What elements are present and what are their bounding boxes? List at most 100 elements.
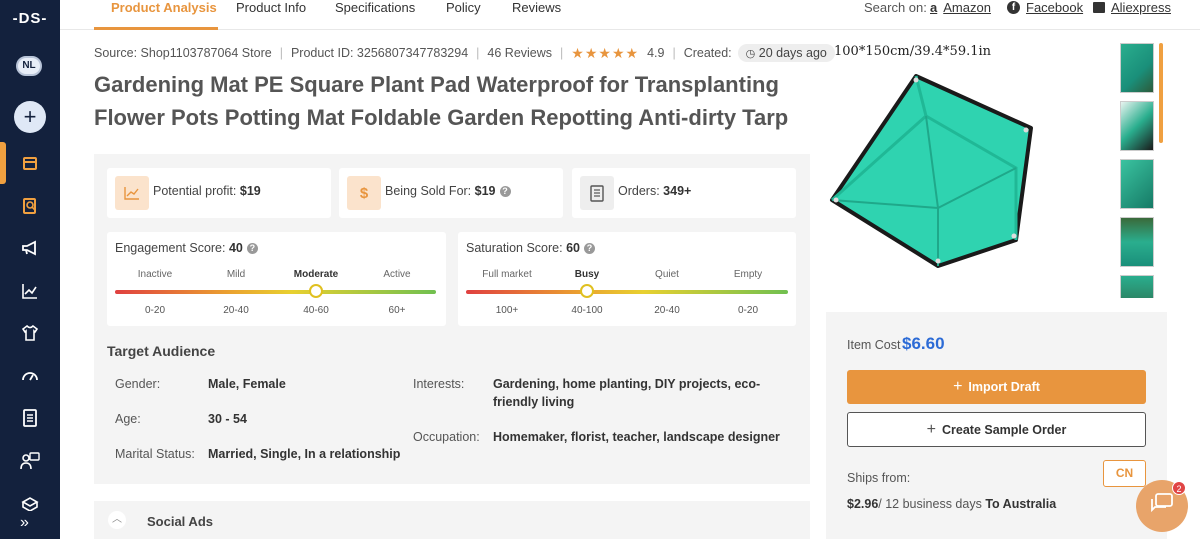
engagement-gauge	[115, 290, 436, 294]
facebook-link-label: Facebook	[1026, 0, 1084, 15]
saturation-value: 60	[566, 241, 580, 255]
product-thumbnail[interactable]	[1120, 275, 1154, 298]
occupation-value: Homemaker, florist, teacher, landscape d…	[493, 430, 780, 444]
saturation-label: Saturation Score:	[466, 241, 563, 255]
analysis-panel: Potential profit: $19 $ Being Sold For: …	[94, 154, 810, 484]
social-ads-section[interactable]: ︿ Social Ads	[94, 501, 810, 539]
created-value: 20 days ago	[758, 46, 827, 60]
product-dimensions: 100*150cm/39.4*59.1in	[834, 44, 992, 59]
active-nav-indicator	[0, 142, 6, 184]
sold-for: Being Sold For: $19?	[385, 184, 511, 198]
app-logo[interactable]: -DS-	[0, 10, 60, 27]
interests-label: Interests:	[413, 377, 465, 391]
aliexpress-link-label: Aliexpress	[1111, 0, 1171, 15]
created-badge: ◷ 20 days ago	[737, 44, 835, 62]
tab-product-analysis[interactable]: Product Analysis	[94, 0, 218, 30]
divider: |	[476, 46, 480, 60]
user-badge[interactable]: NL	[16, 56, 42, 76]
review-count[interactable]: 46 Reviews	[487, 46, 552, 60]
created-label: Created:	[683, 46, 732, 60]
help-icon[interactable]: ?	[583, 243, 595, 254]
expand-sidebar-button[interactable]: »	[20, 514, 29, 532]
tab-specifications[interactable]: Specifications	[335, 0, 415, 30]
marital-status-label: Marital Status:	[115, 447, 195, 461]
store-icon[interactable]	[18, 151, 42, 175]
engagement-level: Active	[383, 269, 411, 280]
saturation-score: Saturation Score: 60?	[466, 241, 595, 255]
age-value: 30 - 54	[208, 412, 247, 426]
social-ads-label: Social Ads	[147, 514, 213, 529]
engagement-gauge-knob	[308, 284, 323, 298]
help-icon[interactable]: ?	[499, 186, 511, 197]
potential-profit-card: Potential profit: $19	[107, 168, 331, 218]
star-rating-icon: ★★★★★	[571, 44, 640, 61]
megaphone-icon[interactable]	[18, 236, 42, 260]
plus-icon: +	[926, 421, 936, 438]
receipt-icon	[580, 176, 614, 210]
box-icon[interactable]	[18, 492, 42, 516]
gender-label: Gender:	[115, 377, 161, 391]
item-cost-label: Item Cost	[847, 338, 901, 352]
trend-icon	[115, 176, 149, 210]
thumbnail-scrollbar[interactable]	[1159, 43, 1163, 143]
saturation-level: Busy	[574, 269, 600, 280]
gender-value: Male, Female	[208, 377, 286, 391]
engagement-value: 40	[228, 241, 243, 255]
orders: Orders: 349+	[618, 184, 691, 198]
create-sample-order-button[interactable]: + Create Sample Order	[847, 412, 1146, 447]
chat-button[interactable]: 2	[1136, 480, 1188, 532]
item-cost-value: $6.60	[902, 334, 945, 353]
sold-value: $19	[474, 184, 496, 198]
sidebar: -DS- NL + »	[0, 0, 60, 539]
engagement-label: Engagement Score:	[115, 241, 226, 255]
amazon-link[interactable]: a Amazon	[930, 0, 991, 15]
tab-bar: Product Analysis Product Info Specificat…	[60, 0, 1200, 30]
saturation-level: Quiet	[655, 269, 679, 280]
engagement-score: Engagement Score: 40?	[115, 241, 258, 255]
thumbnail-strip[interactable]	[1120, 43, 1156, 298]
saturation-range: 100+	[495, 305, 519, 316]
speedometer-icon[interactable]	[18, 364, 42, 388]
document-icon[interactable]	[18, 406, 42, 430]
saturation-gauge-knob	[579, 284, 594, 298]
tab-policy[interactable]: Policy	[446, 0, 481, 30]
orders-value: 349+	[663, 184, 692, 198]
sold-for-card: $ Being Sold For: $19?	[339, 168, 563, 218]
aliexpress-link[interactable]: Aliexpress	[1093, 0, 1171, 15]
chat-icon	[1150, 492, 1174, 520]
shipping-destination[interactable]: To Australia	[985, 497, 1056, 511]
tab-product-info[interactable]: Product Info	[236, 0, 306, 30]
product-thumbnail[interactable]	[1120, 159, 1154, 209]
divider: |	[560, 46, 564, 60]
dollar-icon: $	[347, 176, 381, 210]
sold-label: Being Sold For:	[385, 184, 472, 198]
facebook-icon: f	[1007, 1, 1020, 14]
product-research-icon[interactable]	[18, 194, 42, 218]
profit-label: Potential profit:	[153, 184, 237, 198]
product-thumbnail[interactable]	[1120, 101, 1154, 151]
product-thumbnail[interactable]	[1120, 217, 1154, 267]
tab-reviews[interactable]: Reviews	[512, 0, 561, 30]
product-image[interactable]	[826, 68, 1036, 274]
help-icon[interactable]: ?	[246, 243, 258, 254]
add-button[interactable]: +	[14, 101, 46, 133]
ships-from-label: Ships from:	[847, 471, 911, 485]
saturation-level: Full market	[482, 269, 532, 280]
source-store[interactable]: Source: Shop1103787064 Store	[94, 46, 272, 60]
support-icon[interactable]	[18, 449, 42, 473]
ships-from-selector[interactable]: CN	[1103, 460, 1146, 487]
search-on-label: Search on:	[864, 0, 927, 15]
chevron-up-icon[interactable]: ︿	[108, 511, 126, 529]
facebook-link[interactable]: f Facebook	[1007, 0, 1083, 15]
marital-status-value: Married, Single, In a relationship	[208, 447, 401, 461]
clock-icon: ◷	[745, 48, 756, 60]
target-audience-title: Target Audience	[107, 343, 216, 359]
divider: |	[672, 46, 676, 60]
engagement-range: 60+	[388, 305, 406, 316]
chart-icon[interactable]	[18, 279, 42, 303]
import-draft-button[interactable]: + Import Draft	[847, 370, 1146, 404]
product-title: Gardening Mat PE Square Plant Pad Waterp…	[94, 72, 789, 130]
product-thumbnail[interactable]	[1120, 43, 1154, 93]
shirt-icon[interactable]	[18, 321, 42, 345]
potential-profit: Potential profit: $19	[153, 184, 261, 198]
